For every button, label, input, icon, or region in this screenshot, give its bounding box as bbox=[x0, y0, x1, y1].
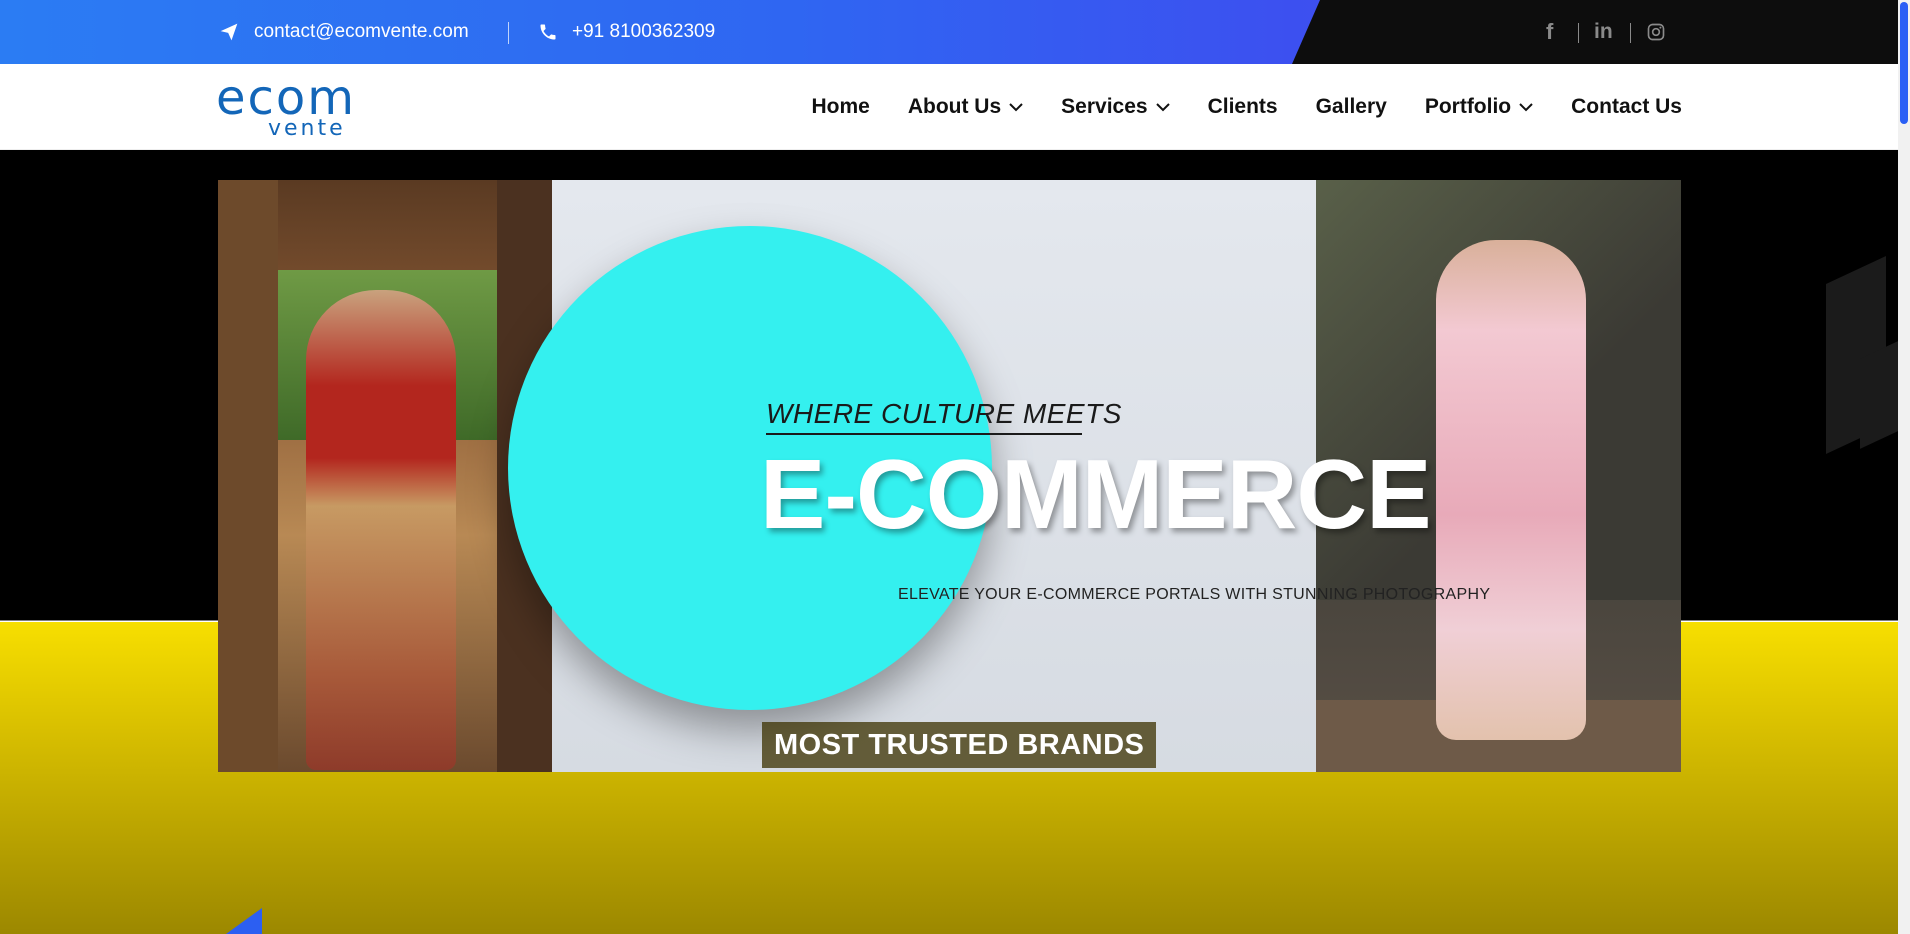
nav-about-us[interactable]: About Us bbox=[908, 95, 1023, 119]
email-link[interactable]: contact@ecomvente.com bbox=[218, 0, 469, 64]
page-scrollbar[interactable] bbox=[1898, 0, 1910, 934]
site-logo[interactable]: ecom vente bbox=[216, 74, 422, 140]
paper-plane-icon bbox=[220, 23, 238, 41]
nav-label: Portfolio bbox=[1424, 95, 1512, 118]
chevron-down-icon bbox=[1519, 103, 1533, 112]
door-frame-left bbox=[218, 180, 278, 772]
saree-model-figure bbox=[306, 290, 456, 770]
facebook-icon: f bbox=[1546, 19, 1554, 44]
primary-nav: Home About Us Services Clients Gallery P… bbox=[811, 64, 1682, 150]
logo-word: ecom bbox=[216, 70, 357, 126]
linkedin-link[interactable]: in bbox=[1594, 0, 1613, 64]
phone-link[interactable]: +91 8100362309 bbox=[538, 0, 715, 64]
nav-home[interactable]: Home bbox=[811, 95, 869, 119]
email-text: contact@ecomvente.com bbox=[254, 21, 469, 42]
decorative-stripe bbox=[1860, 341, 1898, 449]
page: contact@ecomvente.com +91 8100362309 f i… bbox=[0, 0, 1910, 934]
linkedin-icon: in bbox=[1594, 20, 1613, 43]
hero-section: WHERE CULTURE MEETS E-COMMERCE ELEVATE Y… bbox=[0, 150, 1898, 934]
nav-label: Clients bbox=[1207, 95, 1278, 118]
scrollbar-thumb[interactable] bbox=[1900, 2, 1908, 124]
instagram-icon bbox=[1647, 23, 1665, 41]
nav-label: Home bbox=[811, 95, 870, 118]
floral-dress-model-figure bbox=[1436, 240, 1586, 740]
main-navbar: ecom vente Home About Us Services Client… bbox=[0, 64, 1898, 150]
nav-clients[interactable]: Clients bbox=[1208, 95, 1278, 119]
instagram-link[interactable] bbox=[1646, 0, 1666, 64]
social-separator bbox=[1630, 23, 1631, 43]
decorative-blue-shape bbox=[226, 908, 262, 934]
nav-label: Services bbox=[1061, 95, 1148, 118]
nav-contact-us[interactable]: Contact Us bbox=[1571, 95, 1682, 119]
hero-kicker: WHERE CULTURE MEETS bbox=[766, 398, 1122, 429]
nav-portfolio[interactable]: Portfolio bbox=[1425, 95, 1533, 119]
nav-services[interactable]: Services bbox=[1061, 95, 1170, 119]
saree-model-photo bbox=[218, 180, 552, 772]
phone-text: +91 8100362309 bbox=[572, 21, 716, 42]
nav-label: Contact Us bbox=[1571, 95, 1682, 118]
facebook-link[interactable]: f bbox=[1546, 0, 1553, 64]
nav-label: Gallery bbox=[1315, 95, 1387, 118]
contact-separator bbox=[508, 22, 509, 44]
chevron-down-icon bbox=[1009, 103, 1023, 112]
nav-gallery[interactable]: Gallery bbox=[1316, 95, 1387, 119]
logo-subtext: vente bbox=[268, 116, 346, 141]
hero-title: E-COMMERCE bbox=[760, 439, 1432, 549]
phone-icon bbox=[540, 24, 556, 40]
hero-banner[interactable]: WHERE CULTURE MEETS E-COMMERCE ELEVATE Y… bbox=[218, 180, 1681, 772]
chevron-down-icon bbox=[1155, 103, 1170, 112]
social-separator bbox=[1578, 23, 1579, 43]
top-contact-bar: contact@ecomvente.com +91 8100362309 f i… bbox=[0, 0, 1898, 64]
hero-subtitle: ELEVATE YOUR E-COMMERCE PORTALS WITH STU… bbox=[898, 586, 1491, 603]
hero-kicker-underline bbox=[766, 433, 1082, 435]
brands-section-title: MOST TRUSTED BRANDS bbox=[762, 722, 1157, 768]
nav-label: About Us bbox=[907, 95, 1002, 118]
